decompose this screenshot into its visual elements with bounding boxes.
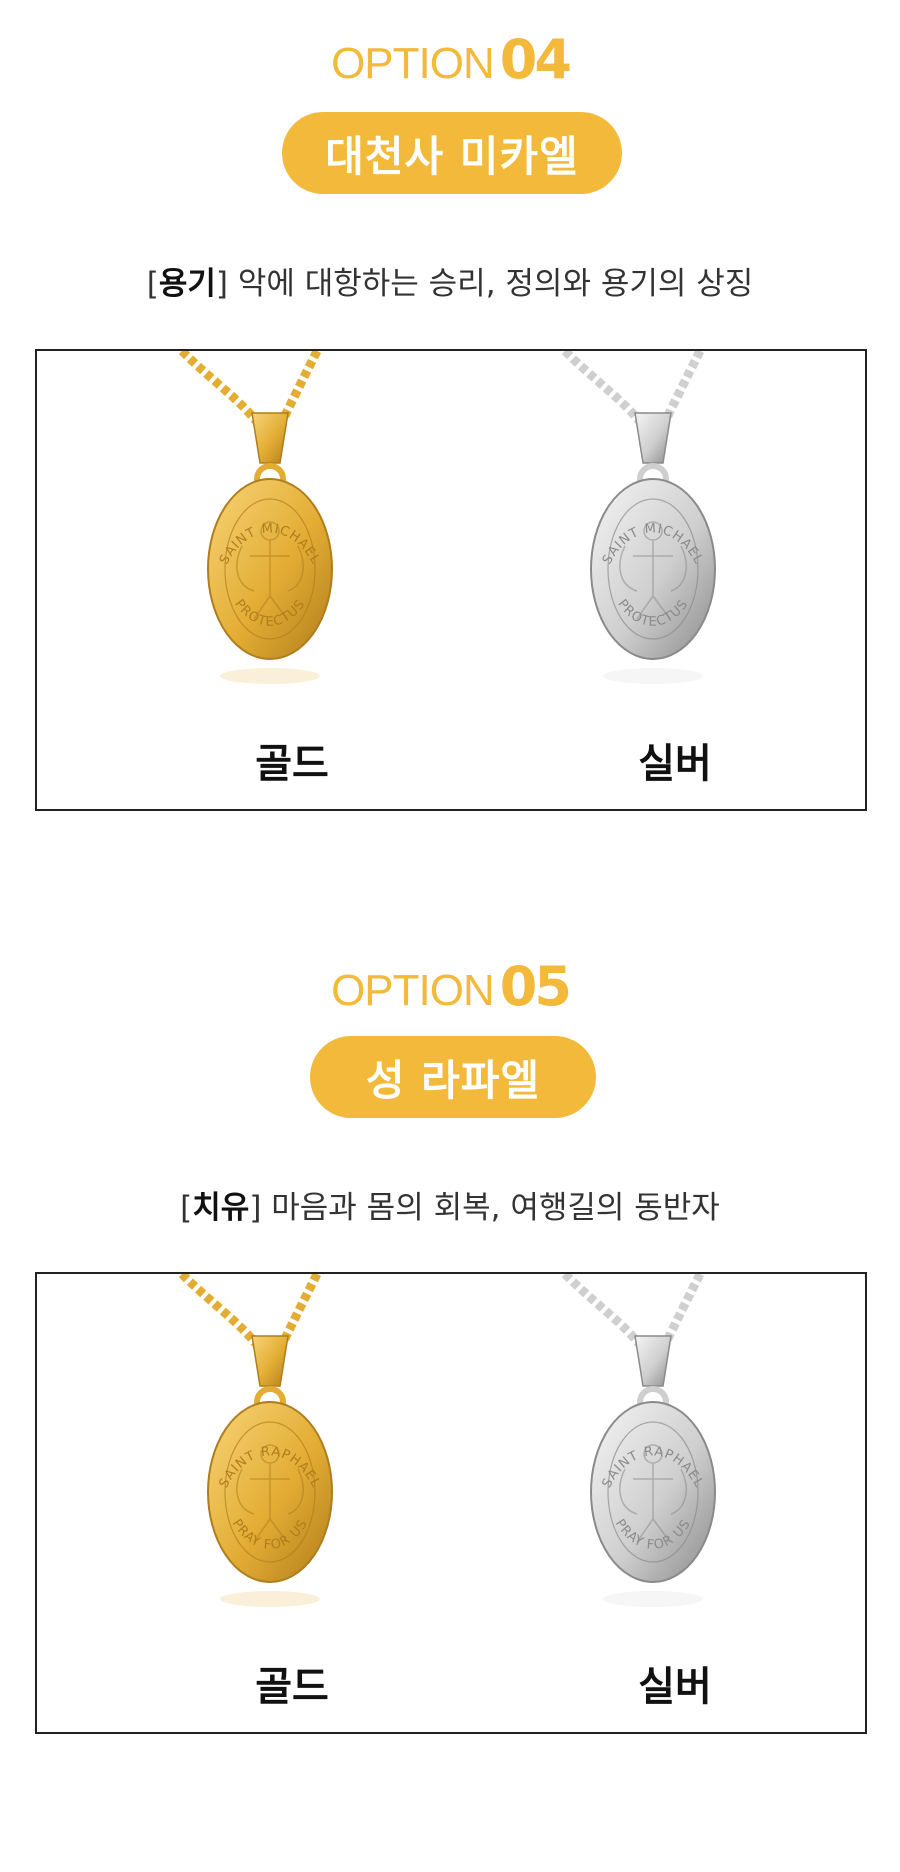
product-label: 실버 — [638, 741, 712, 787]
option-word: OPTION — [331, 39, 495, 88]
option-description: [용기] 악에 대항하는 승리, 정의와 용기의 상징 — [146, 266, 754, 302]
bail — [251, 1335, 289, 1387]
bail — [634, 1335, 672, 1387]
description-text: 악에 대항하는 승리, 정의와 용기의 상징 — [237, 266, 754, 302]
chain-left — [561, 1274, 647, 1352]
product-gold[interactable]: SAINT RAPHAEL PRAY FOR US 골드 — [142, 1274, 442, 1732]
chain-left — [561, 351, 647, 429]
product-label: 골드 — [255, 741, 329, 787]
reflection — [220, 1591, 320, 1607]
description-keyword: 치유 — [192, 1190, 250, 1226]
product-gold[interactable]: SAINT MICHAEL PROTECTUS 골드 — [142, 351, 442, 809]
product-label: 골드 — [255, 1664, 329, 1710]
chain-left — [178, 351, 264, 429]
description-text: 마음과 몸의 회복, 여행길의 동반자 — [271, 1190, 720, 1226]
product-label: 실버 — [638, 1664, 712, 1710]
option-name-badge: 성 라파엘 — [310, 1036, 596, 1118]
option-heading-04: OPTION 04 — [0, 28, 900, 91]
option-description: [치유] 마음과 몸의 회복, 여행길의 동반자 — [180, 1190, 720, 1226]
product-box-05: SAINT RAPHAEL PRAY FOR US 골드 SAINT RAPHAE… — [35, 1272, 867, 1734]
reflection — [603, 668, 703, 684]
silver-pendant-image: SAINT RAPHAELPRAY FOR US — [561, 1274, 716, 1607]
bail — [634, 412, 672, 464]
silver-pendant-image: SAINT MICHAELPROTECTUS — [561, 351, 716, 684]
product-box-04: SAINT MICHAEL PROTECTUS 골드 SAINT MICHAEL P… — [35, 349, 867, 811]
reflection — [603, 1591, 703, 1607]
chain-left — [178, 1274, 264, 1352]
gold-pendant-image: SAINT MICHAELPROTECTUS — [178, 351, 333, 684]
option-word: OPTION — [331, 966, 495, 1015]
option-number: 05 — [499, 955, 572, 1018]
gold-pendant-image: SAINT RAPHAELPRAY FOR US — [178, 1274, 333, 1607]
bail — [251, 412, 289, 464]
option-heading-05: OPTION 05 — [0, 955, 900, 1018]
description-keyword: 용기 — [158, 266, 216, 302]
option-name-badge: 대천사 미카엘 — [282, 112, 622, 194]
product-silver[interactable]: SAINT RAPHAEL PRAY FOR US 실버 — [525, 1274, 825, 1732]
reflection — [220, 668, 320, 684]
product-silver[interactable]: SAINT MICHAEL PROTECTUS 실버 — [525, 351, 825, 809]
option-number: 04 — [499, 28, 572, 91]
